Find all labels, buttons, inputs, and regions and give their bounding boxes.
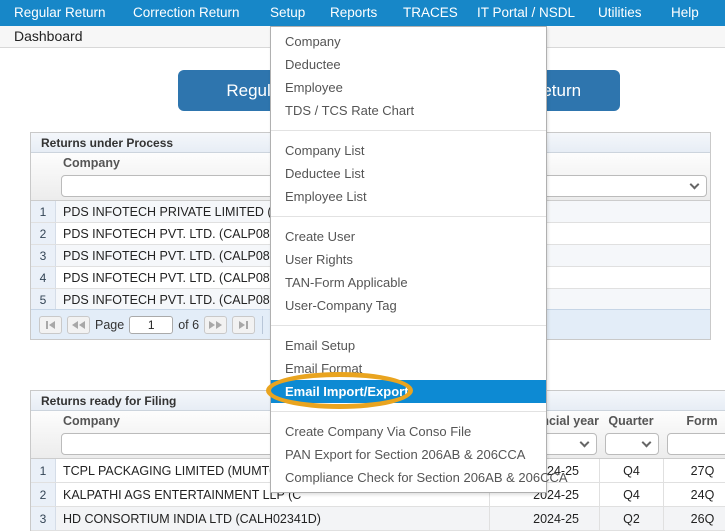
menu-separator [271, 130, 546, 131]
form-cell: 24Q [663, 483, 725, 506]
quarter-cell: Q2 [599, 507, 663, 530]
menu-option-pan-export-206ab-206cca[interactable]: PAN Export for Section 206AB & 206CCA [271, 443, 546, 466]
prev-page-button[interactable] [67, 315, 90, 334]
financial-year-cell: 2024-25 [489, 507, 599, 530]
menu-option-email-import-export[interactable]: Email Import/Export [271, 380, 546, 403]
menu-option-create-user[interactable]: Create User [271, 225, 546, 248]
column-header-quarter[interactable]: Quarter [599, 414, 663, 428]
column-header-company[interactable]: Company [63, 156, 120, 170]
menu-item-traces[interactable]: TRACES [403, 0, 458, 26]
setup-dropdown-menu: Company Deductee Employee TDS / TCS Rate… [270, 26, 568, 493]
menu-option-company-list[interactable]: Company List [271, 139, 546, 162]
first-page-button[interactable] [39, 315, 62, 334]
table-row[interactable]: 3 HD CONSORTIUM INDIA LTD (CALH02341D) 2… [31, 507, 725, 531]
column-filter-select[interactable] [521, 175, 707, 197]
menu-option-employee-list[interactable]: Employee List [271, 185, 546, 208]
chevron-down-icon [689, 179, 700, 190]
form-cell: 27Q [663, 459, 725, 482]
form-filter-select[interactable] [667, 433, 725, 455]
page-count-label: of 6 [178, 317, 200, 332]
menu-item-it-portal-nsdl[interactable]: IT Portal / NSDL [477, 0, 575, 26]
menu-item-setup[interactable]: Setup [270, 0, 305, 26]
menu-option-tds-tcs-rate-chart[interactable]: TDS / TCS Rate Chart [271, 99, 546, 122]
page-title: Dashboard [14, 28, 83, 44]
chevron-down-icon [641, 437, 652, 448]
quarter-filter-select[interactable] [605, 433, 659, 455]
page-label: Page [95, 317, 125, 332]
row-number: 1 [31, 459, 56, 482]
column-header-form[interactable]: Form [663, 414, 725, 428]
company-cell: HD CONSORTIUM INDIA LTD (CALH02341D) [63, 512, 321, 526]
last-page-button[interactable] [232, 315, 256, 334]
menu-option-create-company-via-conso-file[interactable]: Create Company Via Conso File [271, 420, 546, 443]
menu-option-company[interactable]: Company [271, 30, 546, 53]
menu-item-reports[interactable]: Reports [330, 0, 377, 26]
menu-separator [271, 411, 546, 412]
menu-option-user-company-tag[interactable]: User-Company Tag [271, 294, 546, 317]
row-number: 2 [31, 483, 56, 506]
page-number-input[interactable] [129, 315, 174, 334]
pager-divider [262, 315, 264, 334]
next-page-button[interactable] [204, 315, 228, 334]
menu-option-email-format[interactable]: Email Format [271, 357, 546, 380]
quarter-cell: Q4 [599, 459, 663, 482]
menu-item-help[interactable]: Help [671, 0, 699, 26]
menu-item-utilities[interactable]: Utilities [598, 0, 642, 26]
column-header-company[interactable]: Company [63, 414, 120, 428]
app-window: Regular Return Correction Return Setup R… [0, 0, 725, 531]
last-page-icon [239, 320, 246, 329]
menu-separator [271, 216, 546, 217]
menu-separator [271, 325, 546, 326]
row-number: 2 [31, 223, 56, 244]
row-number: 1 [31, 201, 56, 222]
prev-page-icon [72, 320, 78, 329]
row-number: 3 [31, 507, 56, 530]
row-number: 5 [31, 289, 56, 310]
row-number: 3 [31, 245, 56, 266]
menu-option-compliance-check-206ab-206cca[interactable]: Compliance Check for Section 206AB & 206… [271, 466, 568, 489]
menu-option-user-rights[interactable]: User Rights [271, 248, 546, 271]
menu-option-email-setup[interactable]: Email Setup [271, 334, 546, 357]
row-number: 4 [31, 267, 56, 288]
menu-option-deductee[interactable]: Deductee [271, 53, 546, 76]
quarter-cell: Q4 [599, 483, 663, 506]
next-page-icon [209, 320, 216, 329]
menu-option-tan-form-applicable[interactable]: TAN-Form Applicable [271, 271, 546, 294]
menu-item-regular-return[interactable]: Regular Return [14, 0, 106, 26]
chevron-down-icon [579, 437, 590, 448]
menu-item-correction-return[interactable]: Correction Return [133, 0, 240, 26]
form-cell: 26Q [663, 507, 725, 530]
menu-option-employee[interactable]: Employee [271, 76, 546, 99]
menu-option-deductee-list[interactable]: Deductee List [271, 162, 546, 185]
first-page-icon [46, 320, 48, 329]
menubar: Regular Return Correction Return Setup R… [0, 0, 725, 26]
